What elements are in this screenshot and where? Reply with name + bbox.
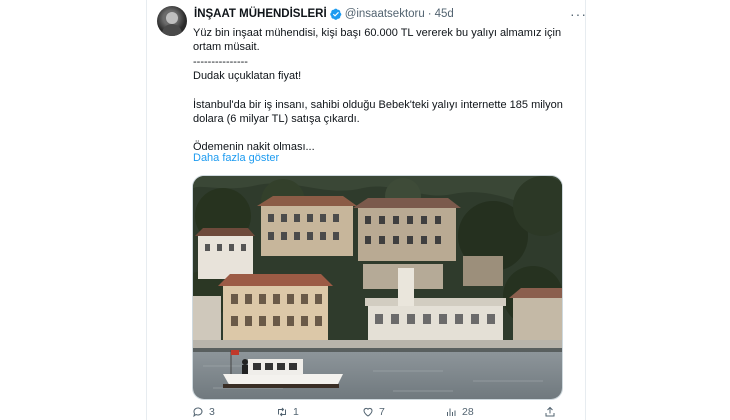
avatar-head — [166, 12, 178, 24]
views-button[interactable]: 28 — [445, 406, 474, 418]
more-icon[interactable]: ··· — [570, 6, 587, 22]
separator-dot: · — [427, 8, 432, 20]
reply-icon — [193, 407, 203, 418]
tweet-paragraph-1: Yüz bin inşaat mühendisi, kişi başı 60.0… — [193, 27, 562, 83]
tweet-time[interactable]: 45d — [435, 8, 454, 20]
like-button[interactable]: 7 — [362, 406, 385, 418]
yali-photo-illustration — [193, 176, 562, 399]
tweet-text: Yüz bin inşaat mühendisi, kişi başı 60.0… — [193, 26, 573, 155]
like-count: 7 — [379, 406, 385, 418]
heart-icon — [363, 407, 373, 417]
tweet-paragraph-2: İstanbul'da bir iş insanı, sahibi olduğu… — [193, 98, 563, 126]
share-icon — [545, 406, 555, 417]
tweet-photo[interactable] — [192, 175, 563, 400]
avatar[interactable] — [157, 6, 187, 36]
author-name[interactable]: İNŞAAT MÜHENDİSLERİ — [194, 8, 327, 20]
share-button[interactable] — [544, 406, 561, 418]
views-count: 28 — [462, 406, 474, 418]
verified-badge-icon — [329, 8, 342, 20]
author-handle[interactable]: @insaatsektoru — [345, 8, 425, 20]
retweet-icon — [278, 407, 286, 417]
avatar-body — [162, 24, 182, 36]
retweet-count: 1 — [293, 406, 299, 418]
views-chart-icon — [447, 408, 456, 416]
show-more-link[interactable]: Daha fazla göster — [193, 152, 279, 164]
retweet-button[interactable]: 1 — [276, 406, 299, 418]
reply-button[interactable]: 3 — [192, 406, 215, 418]
action-bar: 3 1 7 28 — [192, 406, 567, 420]
tweet-header: İNŞAAT MÜHENDİSLERİ @insaatsektoru · 45d — [194, 8, 454, 20]
reply-count: 3 — [209, 406, 215, 418]
